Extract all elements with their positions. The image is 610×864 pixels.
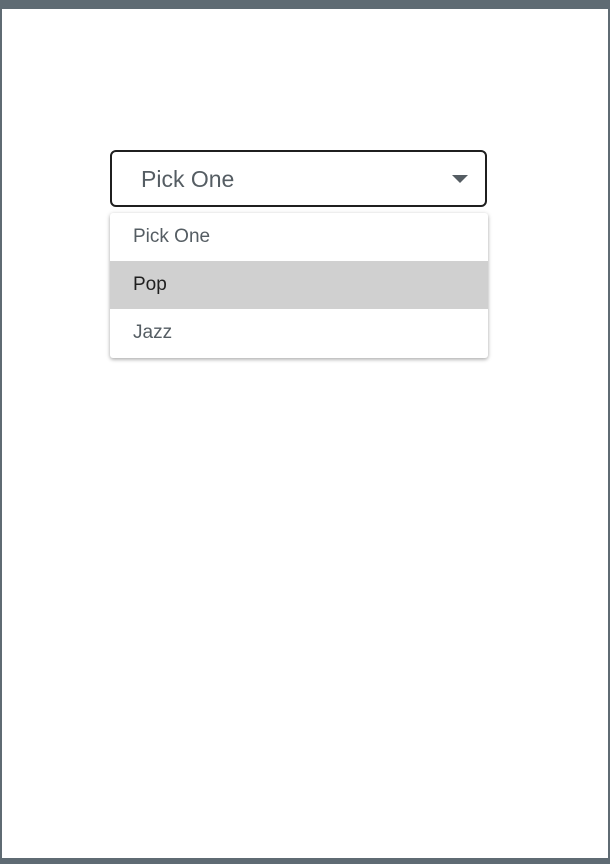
page-frame: Pick One Pick One Pop Jazz bbox=[0, 0, 610, 864]
select-value: Pick One bbox=[141, 166, 235, 192]
option-jazz[interactable]: Jazz bbox=[110, 309, 488, 357]
genre-select[interactable]: Pick One bbox=[110, 150, 487, 207]
dropdown-menu: Pick One Pop Jazz bbox=[110, 213, 488, 358]
caret-down-icon[interactable] bbox=[452, 175, 468, 183]
option-pop[interactable]: Pop bbox=[110, 261, 488, 309]
option-pick-one[interactable]: Pick One bbox=[110, 213, 488, 261]
